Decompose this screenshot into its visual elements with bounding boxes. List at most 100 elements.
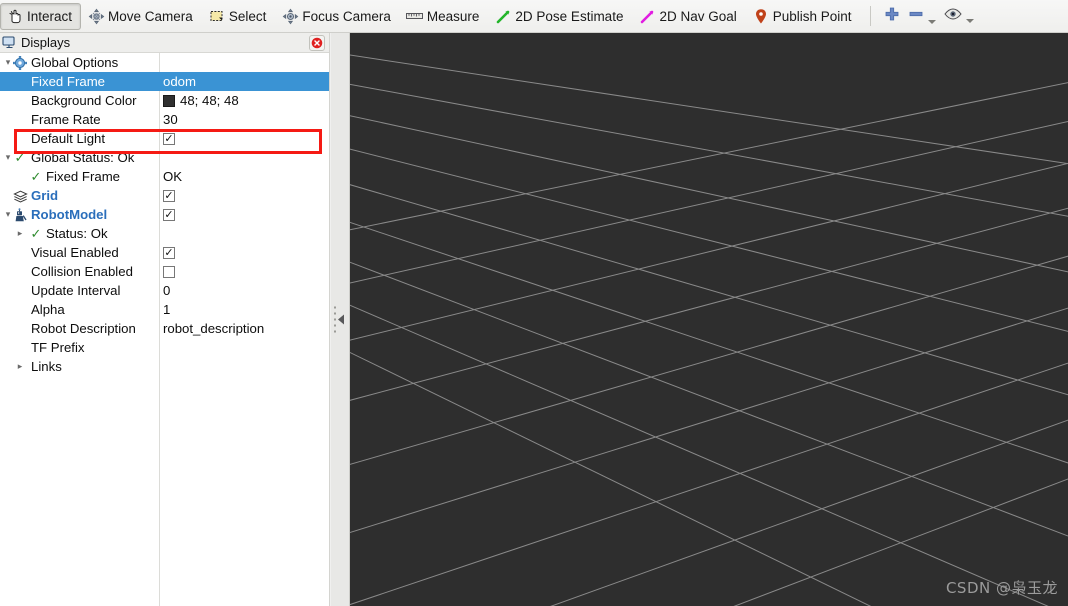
tree-row-label: Alpha	[31, 302, 65, 317]
tree-row-value: 48; 48; 48	[180, 93, 239, 108]
status-ok-icon: ✓	[30, 169, 42, 185]
grid-icon	[12, 188, 28, 204]
tree-row[interactable]: Robot Description robot_description	[0, 319, 329, 338]
main-toolbar: Interact Move Camera Select Focus Camera…	[0, 0, 1068, 33]
chevron-down-icon[interactable]	[927, 19, 936, 24]
tree-row[interactable]: Alpha 1	[0, 300, 329, 319]
checkbox-unchecked[interactable]	[163, 265, 175, 278]
tool-focus-camera[interactable]: Focus Camera	[275, 3, 400, 30]
tree-row-value-cell[interactable]: ✓	[163, 132, 175, 145]
tree-row-label: Fixed Frame	[31, 74, 106, 89]
displays-panel-title: Displays	[21, 35, 71, 50]
tool-measure-label: Measure	[426, 8, 480, 24]
tree-row-label: Grid	[31, 188, 59, 203]
tree-row-value-cell[interactable]: ✓	[163, 208, 175, 221]
tree-row[interactable]: Collision Enabled	[0, 262, 329, 281]
checkbox-checked[interactable]: ✓	[163, 132, 175, 145]
tool-select[interactable]: Select	[202, 3, 276, 30]
move-camera-icon	[87, 7, 105, 25]
watermark-text: CSDN @枭玉龙	[945, 579, 1058, 597]
hand-cursor-icon	[6, 7, 24, 25]
tree-row-label: Global Options	[31, 55, 119, 70]
tree-row-value: 0	[163, 283, 171, 298]
tree-row-value-cell[interactable]: OK	[163, 169, 182, 184]
tree-row[interactable]: Default Light ✓	[0, 129, 329, 148]
focus-camera-icon	[281, 7, 299, 25]
monitor-icon	[2, 35, 17, 50]
tool-focus-camera-label: Focus Camera	[302, 8, 391, 24]
tree-row[interactable]: ▾ Global Options	[0, 53, 329, 72]
tree-row-value-cell[interactable]: 0	[163, 283, 170, 298]
checkbox-checked[interactable]: ✓	[163, 208, 175, 221]
tree-row-label: Robot Description	[31, 321, 136, 336]
expander-arrow-icon[interactable]: ▸	[14, 224, 26, 243]
tree-row[interactable]: Update Interval 0	[0, 281, 329, 300]
tree-row[interactable]: Visual Enabled ✓	[0, 243, 329, 262]
tool-2d-nav-goal-label: 2D Nav Goal	[659, 8, 737, 24]
zoom-out-button[interactable]	[904, 6, 940, 27]
tree-row-value: robot_description	[163, 321, 265, 336]
tool-interact[interactable]: Interact	[0, 2, 82, 30]
checkbox-checked[interactable]: ✓	[163, 189, 175, 202]
expander-arrow-icon[interactable]: ▸	[14, 357, 26, 376]
close-icon[interactable]	[309, 35, 325, 51]
tree-row[interactable]: ▾ ✓ Global Status: Ok	[0, 148, 329, 167]
status-ok-icon: ✓	[14, 150, 26, 166]
tree-row-value: 30	[163, 112, 178, 127]
splitter-handle[interactable]	[334, 306, 344, 333]
tree-row[interactable]: Background Color 48; 48; 48	[0, 91, 329, 110]
tree-row-value-cell[interactable]: ✓	[163, 246, 175, 259]
displays-tree[interactable]: ▾ Global Options Fixed Frame odom Background…	[0, 53, 329, 606]
tree-row-label: Global Status: Ok	[31, 150, 135, 165]
tree-row-label: Links	[31, 359, 62, 374]
collapse-left-arrow-icon[interactable]	[338, 314, 344, 325]
tool-2d-pose-estimate-label: 2D Pose Estimate	[515, 8, 624, 24]
tree-row[interactable]: Grid ✓	[0, 186, 329, 205]
green-arrow-icon	[494, 7, 512, 25]
tree-row[interactable]: ▾ RobotModel ✓	[0, 205, 329, 224]
tree-row-value-cell[interactable]: odom	[163, 74, 196, 89]
color-swatch[interactable]	[163, 94, 175, 107]
ruler-icon	[406, 7, 424, 25]
chevron-down-icon[interactable]	[965, 18, 974, 23]
plus-icon	[884, 6, 900, 27]
tree-row[interactable]: ✓ Fixed Frame OK	[0, 167, 329, 186]
status-ok-icon: ✓	[30, 226, 42, 242]
select-box-icon	[208, 7, 226, 25]
tree-row[interactable]: ▸ Links	[0, 357, 329, 376]
tool-2d-pose-estimate[interactable]: 2D Pose Estimate	[488, 3, 632, 30]
tool-2d-nav-goal[interactable]: 2D Nav Goal	[632, 3, 745, 30]
tree-row-label: TF Prefix	[31, 340, 85, 355]
tree-row-value-cell[interactable]: robot_description	[163, 321, 264, 336]
map-pin-icon	[752, 7, 770, 25]
rviz-window: Interact Move Camera Select Focus Camera…	[0, 0, 1068, 606]
tool-measure[interactable]: Measure	[400, 3, 489, 30]
tree-row-value-cell[interactable]: 48; 48; 48	[163, 93, 239, 108]
render-viewport-3d[interactable]: CSDN @枭玉龙	[350, 33, 1068, 606]
tree-row-label: Default Light	[31, 131, 106, 146]
panel-splitter[interactable]	[331, 33, 350, 606]
tool-publish-point-label: Publish Point	[772, 8, 852, 24]
tool-publish-point[interactable]: Publish Point	[746, 3, 861, 30]
grip-dots-icon	[334, 306, 336, 333]
tree-row-label: Frame Rate	[31, 112, 101, 127]
minus-icon	[908, 6, 924, 27]
magenta-arrow-icon	[638, 7, 656, 25]
tool-move-camera[interactable]: Move Camera	[81, 3, 202, 30]
tree-row-label: RobotModel	[31, 207, 108, 222]
tree-row-label: Status: Ok	[46, 226, 108, 241]
checkbox-checked[interactable]: ✓	[163, 246, 175, 259]
tree-row-value-cell[interactable]: ✓	[163, 189, 175, 202]
tree-row-value-cell[interactable]	[163, 265, 175, 278]
tree-row[interactable]: TF Prefix	[0, 338, 329, 357]
gear-icon	[12, 55, 28, 71]
zoom-in-button[interactable]	[880, 6, 904, 27]
displays-panel: Displays ▾ Global Options Fixed Frame odom B…	[0, 33, 330, 606]
view-visibility-button[interactable]	[940, 7, 978, 26]
tree-row-label: Background Color	[31, 93, 137, 108]
tree-row-value-cell[interactable]: 1	[163, 302, 170, 317]
tree-row[interactable]: Frame Rate 30	[0, 110, 329, 129]
tree-row-value-cell[interactable]: 30	[163, 112, 178, 127]
tree-row[interactable]: ▸ ✓ Status: Ok	[0, 224, 329, 243]
tree-row-selected[interactable]: Fixed Frame odom	[0, 72, 329, 91]
